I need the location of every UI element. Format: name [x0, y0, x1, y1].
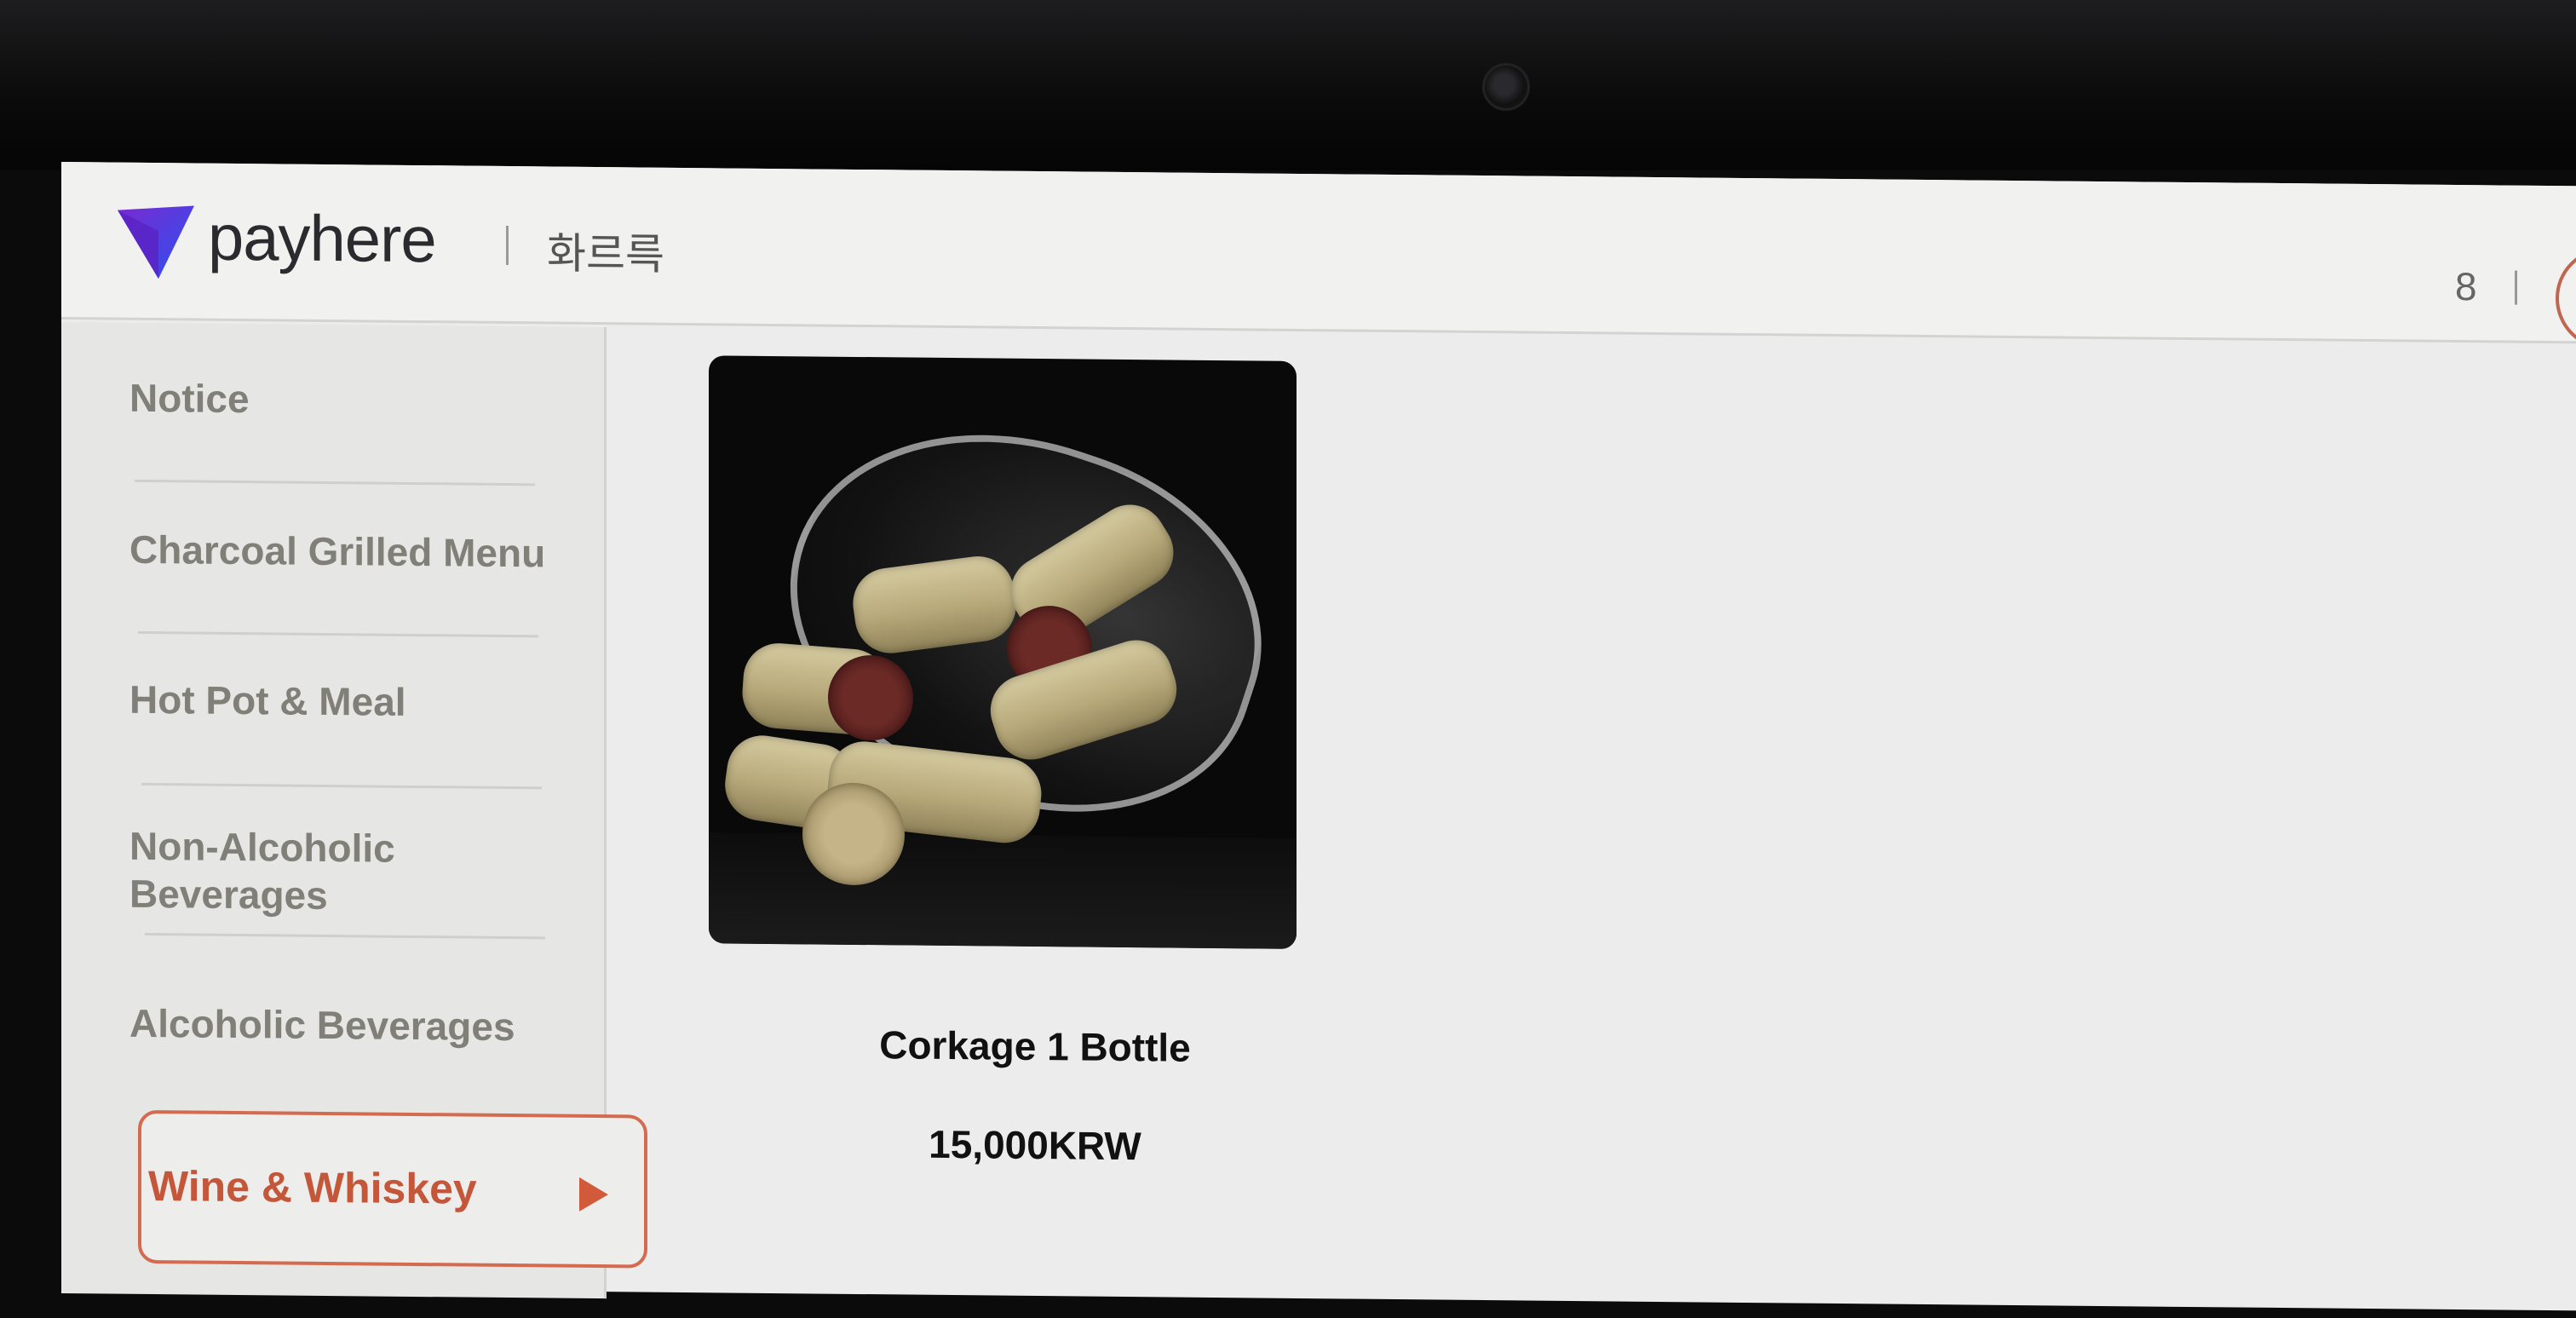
sidebar-divider [141, 782, 542, 790]
product-card[interactable]: Corkage 1 Bottle 15,000KRW [709, 355, 1297, 1168]
sidebar-divider [145, 932, 545, 940]
triangle-right-icon [579, 1177, 608, 1212]
device-bezel [0, 0, 2576, 170]
sidebar-divider [138, 630, 538, 638]
brand-name: payhere [208, 201, 436, 277]
sidebar-item-non-alcoholic-beverages[interactable]: Non-Alcoholic Beverages [129, 822, 395, 920]
sidebar-item-wine-whiskey[interactable]: Wine & Whiskey [138, 1109, 647, 1269]
cork-end-shape [828, 654, 913, 741]
sidebar-item-hot-pot-meal[interactable]: Hot Pot & Meal [129, 676, 406, 726]
cork-end-shape [802, 782, 905, 886]
table-number: 8 [2455, 263, 2477, 309]
app-header: payhere 화르륵 8 [61, 162, 2576, 351]
sidebar-item-notice[interactable]: Notice [129, 374, 250, 423]
app-screen: payhere 화르륵 8 Notice Charcoal Grilled Me… [61, 162, 2576, 1311]
image-reflection [709, 832, 1297, 949]
product-name: Corkage 1 Bottle [879, 1022, 1191, 1070]
header-divider-right [2515, 270, 2517, 305]
store-name: 화르륵 [547, 229, 664, 279]
cart-button[interactable] [2556, 247, 2576, 351]
sidebar-item-alcoholic-beverages[interactable]: Alcoholic Beverages [129, 999, 515, 1050]
product-image [709, 355, 1297, 949]
payhere-logo-icon [118, 205, 194, 279]
category-sidebar: Notice Charcoal Grilled Menu Hot Pot & M… [61, 322, 647, 1299]
product-price: 15,000KRW [929, 1121, 1141, 1169]
front-camera [1482, 63, 1530, 111]
header-divider [506, 226, 509, 266]
sidebar-divider [135, 479, 535, 486]
sidebar-item-charcoal-grilled-menu[interactable]: Charcoal Grilled Menu [129, 526, 545, 578]
sidebar-item-label: Wine & Whiskey [148, 1161, 477, 1213]
